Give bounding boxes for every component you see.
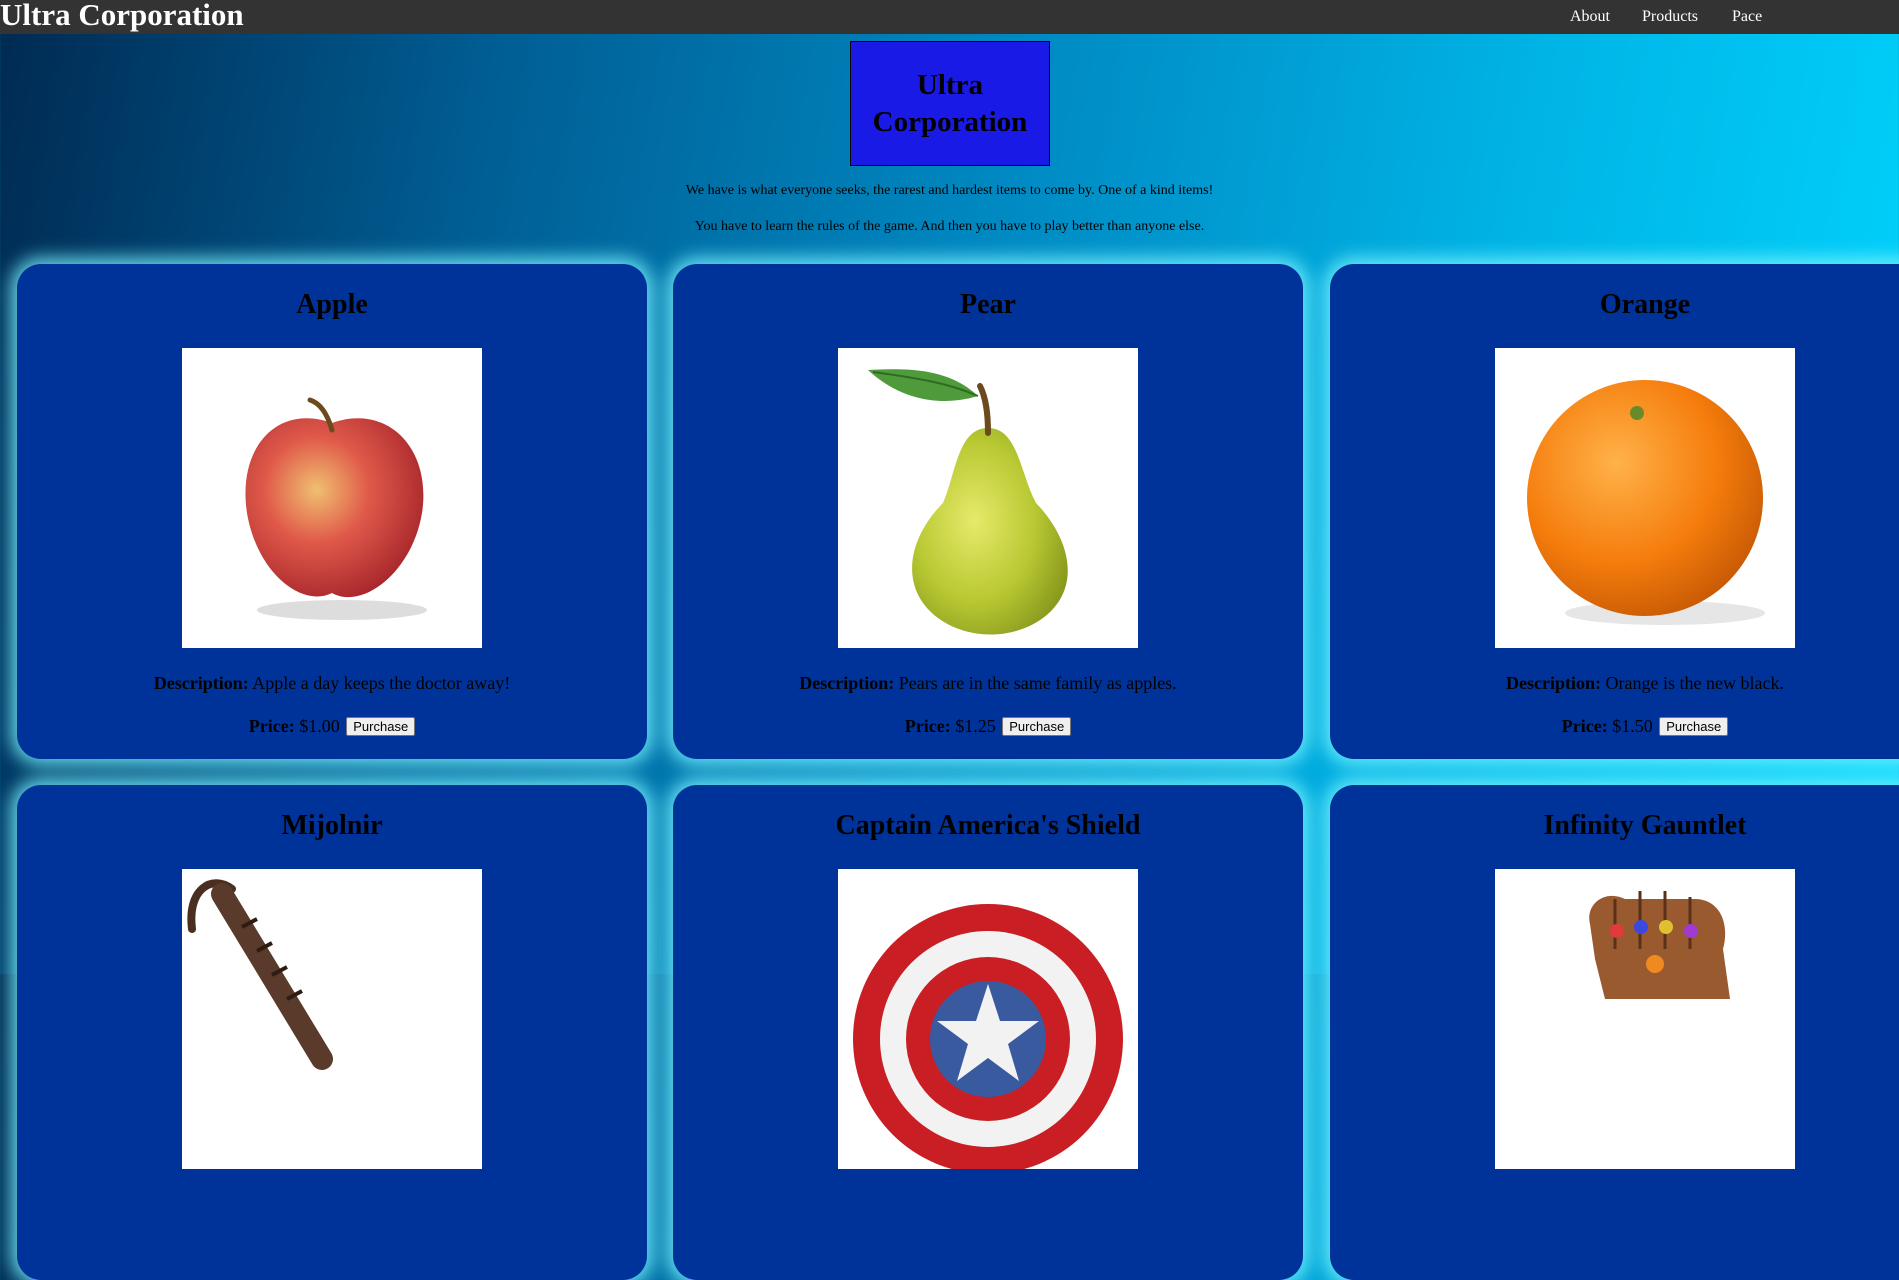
product-description: Description: Pears are in the same famil… — [799, 673, 1177, 693]
product-price-row: Price: $1.00 Purchase — [17, 716, 647, 737]
nav-link-products[interactable]: Products — [1642, 8, 1698, 26]
nav-link-pace[interactable]: Pace — [1732, 8, 1762, 26]
brand-logo-text[interactable]: Ultra Corporation — [0, 0, 244, 33]
pear-image — [838, 348, 1138, 648]
product-title: Orange — [1599, 289, 1691, 320]
product-price-row: Price: $1.25 Purchase — [673, 716, 1303, 737]
product-title: Mijolnir — [281, 810, 383, 841]
hammer-image — [182, 869, 482, 1169]
nav-link-about[interactable]: About — [1570, 8, 1610, 26]
orange-image — [1495, 348, 1795, 648]
product-title: Apple — [296, 289, 368, 320]
product-card-apple: Apple Description: Apple a day keeps the… — [17, 264, 647, 759]
purchase-button[interactable]: Purchase — [1659, 717, 1729, 736]
purchase-button[interactable]: Purchase — [1002, 717, 1072, 736]
purchase-button[interactable]: Purchase — [346, 717, 416, 736]
top-navbar: Ultra Corporation About Products Pace — [0, 0, 1899, 34]
shield-image — [838, 869, 1138, 1169]
hero-banner: Ultra Corporation — [850, 41, 1050, 166]
product-price: $1.50 — [1612, 716, 1653, 736]
product-price: $1.25 — [955, 716, 996, 736]
product-price-row: Price: $1.50 Purchase — [1330, 716, 1899, 737]
tagline-secondary: You have to learn the rules of the game.… — [694, 219, 1205, 234]
tagline-primary: We have is what everyone seeks, the rare… — [685, 183, 1214, 198]
product-price: $1.00 — [299, 716, 340, 736]
product-card-gauntlet: Infinity Gauntlet — [1330, 785, 1899, 1280]
product-card-pear: Pear Description: Pears are in the same … — [673, 264, 1303, 759]
product-title: Infinity Gauntlet — [1543, 810, 1747, 841]
apple-image — [182, 348, 482, 648]
product-title: Pear — [960, 289, 1016, 320]
product-card-mjolnir: Mijolnir — [17, 785, 647, 1280]
product-title: Captain America's Shield — [835, 810, 1141, 841]
hero-title: Ultra Corporation — [872, 68, 1028, 138]
gauntlet-image — [1495, 869, 1795, 1169]
product-description: Description: Apple a day keeps the docto… — [153, 673, 511, 693]
product-card-orange: Orange Description: Orange is the new bl… — [1330, 264, 1899, 759]
product-card-shield: Captain America's Shield — [673, 785, 1303, 1280]
product-description: Description: Orange is the new black. — [1506, 673, 1784, 693]
